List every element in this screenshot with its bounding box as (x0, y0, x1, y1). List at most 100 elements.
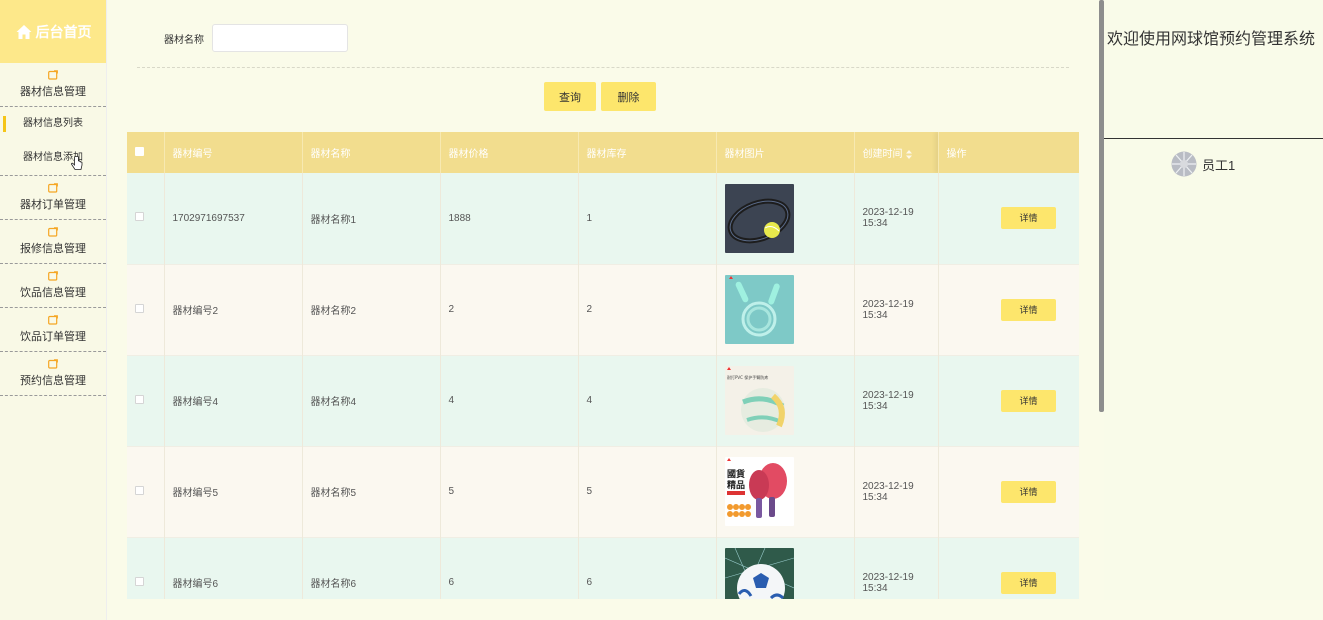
jump-rope-image (724, 275, 794, 344)
folder-icon (48, 70, 58, 80)
row-checkbox[interactable] (135, 576, 144, 586)
column-header: 操作 (938, 132, 1079, 173)
panel-divider (1104, 138, 1323, 139)
cell-image (716, 537, 855, 599)
divider (137, 67, 1069, 68)
main-content: 器材名称 查询 删除 器材编号 器材名称 器材价格 器材库存 器材图片 创建时间… (107, 0, 1097, 620)
row-select-cell (127, 446, 165, 537)
detail-button[interactable]: 详情 (1001, 389, 1056, 412)
menu-group-label: 器材信息管理 (20, 86, 86, 98)
tennis-racket-image (724, 183, 794, 253)
cell-price: 4 (440, 355, 579, 446)
brand-title: 后台首页 (35, 23, 92, 40)
paddle-caption-line2: 精品 (727, 479, 745, 491)
folder-icon (48, 227, 58, 237)
cell-created: 2023-12-19 15:34 (854, 264, 939, 355)
cell-action: 详情 (938, 264, 1079, 355)
delete-button[interactable]: 删除 (601, 82, 656, 111)
cell-image: 國貨 精品 (716, 446, 855, 537)
row-checkbox[interactable] (135, 303, 144, 313)
cell-created: 2023-12-19 15:34 (854, 446, 939, 537)
row-select-cell (127, 355, 165, 446)
cell-name: 器材名称1 (302, 173, 441, 264)
row-checkbox[interactable] (135, 394, 144, 404)
cell-id: 1702971697537 (164, 173, 303, 264)
row-checkbox[interactable] (135, 212, 144, 222)
cell-price: 6 (440, 537, 579, 599)
menu-group-drink-orders[interactable]: 饮品订单管理 (0, 308, 106, 352)
search-label: 器材名称 (164, 34, 204, 46)
menu-group-label: 饮品信息管理 (20, 287, 86, 299)
menu-group-drink-info[interactable]: 饮品信息管理 (0, 264, 106, 308)
brand-home-link[interactable]: 后台首页 (0, 0, 106, 63)
sort-icon[interactable] (905, 149, 912, 159)
cell-id: 器材编号6 (164, 537, 303, 599)
column-header-sortable[interactable]: 创建时间 (854, 132, 939, 173)
cell-image: 耐打PVC 保护手臂防疼 (716, 355, 855, 446)
menu-group-label: 饮品订单管理 (20, 331, 86, 343)
equipment-table: 器材编号 器材名称 器材价格 器材库存 器材图片 创建时间 操作 1702971… (127, 132, 1079, 599)
cell-name: 器材名称6 (302, 537, 441, 599)
cell-stock: 5 (578, 446, 717, 537)
row-select-cell (127, 173, 165, 264)
select-all-checkbox[interactable] (135, 146, 144, 156)
detail-button[interactable]: 详情 (1001, 207, 1056, 230)
row-select-cell (127, 264, 165, 355)
submenu-equipment-info: 器材信息列表 器材信息添加 (0, 107, 106, 175)
cell-action: 详情 (938, 355, 1079, 446)
menu-group-equipment-orders[interactable]: 器材订单管理 (0, 175, 106, 220)
user-info[interactable]: 员工1 (1171, 151, 1235, 177)
cell-action: 详情 (938, 537, 1079, 599)
home-icon (16, 24, 31, 39)
column-header: 器材库存 (578, 132, 717, 173)
volleyball-caption: 耐打PVC 保护手臂防疼 (727, 374, 768, 380)
hand-cursor-icon (71, 156, 83, 170)
menu-group-label: 预约信息管理 (20, 375, 86, 387)
cell-id: 器材编号4 (164, 355, 303, 446)
table-row: 器材编号4 器材名称4 4 4 耐打PVC 保护手臂防疼 2023-12-19 … (127, 355, 1079, 446)
welcome-text: 欢迎使用网球馆预约管理系统 (1107, 31, 1316, 48)
table-row: 器材编号5 器材名称5 5 5 國貨 精品 2023-12-19 15:34 详… (127, 446, 1079, 537)
cell-price: 2 (440, 264, 579, 355)
cell-stock: 6 (578, 537, 717, 599)
sub-item-label: 器材信息列表 (23, 118, 83, 129)
query-button[interactable]: 查询 (544, 82, 596, 111)
right-panel: 欢迎使用网球馆预约管理系统 员工1 (1104, 0, 1323, 600)
cell-name: 器材名称2 (302, 264, 441, 355)
row-checkbox[interactable] (135, 485, 144, 495)
cell-id: 器材编号2 (164, 264, 303, 355)
menu-group-equipment-info[interactable]: 器材信息管理 (0, 63, 106, 107)
menu-group-booking-info[interactable]: 预约信息管理 (0, 352, 106, 396)
table-row: 器材编号2 器材名称2 2 2 2023-12-19 15:34 详情 (127, 264, 1079, 355)
detail-button[interactable]: 详情 (1001, 571, 1056, 594)
volleyball-image: 耐打PVC 保护手臂防疼 (724, 366, 794, 435)
cell-action: 详情 (938, 173, 1079, 264)
detail-button[interactable]: 详情 (1001, 298, 1056, 321)
sidebar: 后台首页 器材信息管理 器材信息列表 器材信息添加 器材订单管理 报修信息管理 … (0, 0, 107, 620)
cell-created: 2023-12-19 15:34 (854, 173, 939, 264)
avatar (1171, 151, 1197, 177)
cell-price: 1888 (440, 173, 579, 264)
folder-icon (48, 359, 58, 369)
cell-image (716, 264, 855, 355)
folder-icon (48, 183, 58, 193)
bottom-strip (107, 600, 1323, 620)
soccer-ball-image (724, 548, 794, 599)
cell-price: 5 (440, 446, 579, 537)
column-header: 器材名称 (302, 132, 441, 173)
detail-button[interactable]: 详情 (1001, 480, 1056, 503)
cell-image (716, 173, 855, 264)
cell-name: 器材名称5 (302, 446, 441, 537)
cell-created: 2023-12-19 15:34 (854, 355, 939, 446)
sub-item-equipment-list[interactable]: 器材信息列表 (0, 107, 106, 141)
sub-item-equipment-add[interactable]: 器材信息添加 (0, 141, 106, 175)
search-input[interactable] (212, 24, 348, 52)
menu-group-label: 报修信息管理 (20, 243, 86, 255)
cell-action: 详情 (938, 446, 1079, 537)
menu-group-repair-info[interactable]: 报修信息管理 (0, 220, 106, 264)
search-row: 器材名称 (164, 24, 348, 52)
cell-stock: 2 (578, 264, 717, 355)
table-header-row: 器材编号 器材名称 器材价格 器材库存 器材图片 创建时间 操作 (127, 132, 1079, 173)
table-row: 1702971697537 器材名称1 1888 1 2023-12-19 15… (127, 173, 1079, 264)
ping-pong-paddle-image: 國貨 精品 (724, 457, 794, 526)
